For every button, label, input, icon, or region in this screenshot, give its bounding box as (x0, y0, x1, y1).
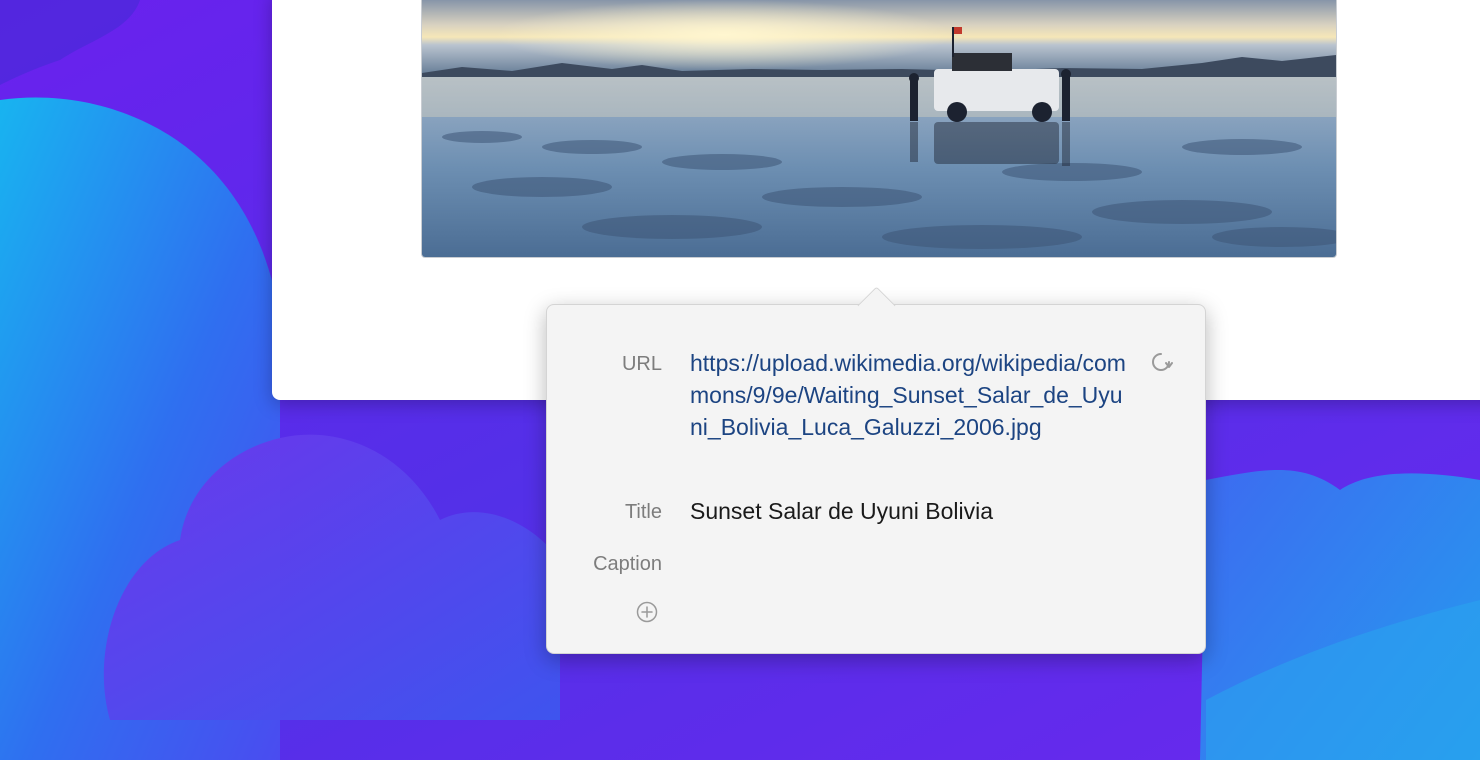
title-label: Title (624, 501, 662, 523)
reload-icon[interactable] (1149, 350, 1173, 374)
caption-label: Caption (593, 553, 662, 575)
title-value-field[interactable]: Sunset Salar de Uyuni Bolivia (690, 495, 1130, 527)
caption-value-field[interactable] (690, 547, 1130, 579)
image-properties-popover: URL https://upload.wikimedia.org/wikiped… (546, 286, 1206, 654)
photo-image (422, 0, 1336, 257)
url-value-field[interactable]: https://upload.wikimedia.org/wikipedia/c… (690, 347, 1130, 443)
url-label: URL (621, 353, 662, 375)
salar-photo[interactable] (421, 0, 1337, 258)
add-field-icon[interactable] (636, 601, 658, 623)
